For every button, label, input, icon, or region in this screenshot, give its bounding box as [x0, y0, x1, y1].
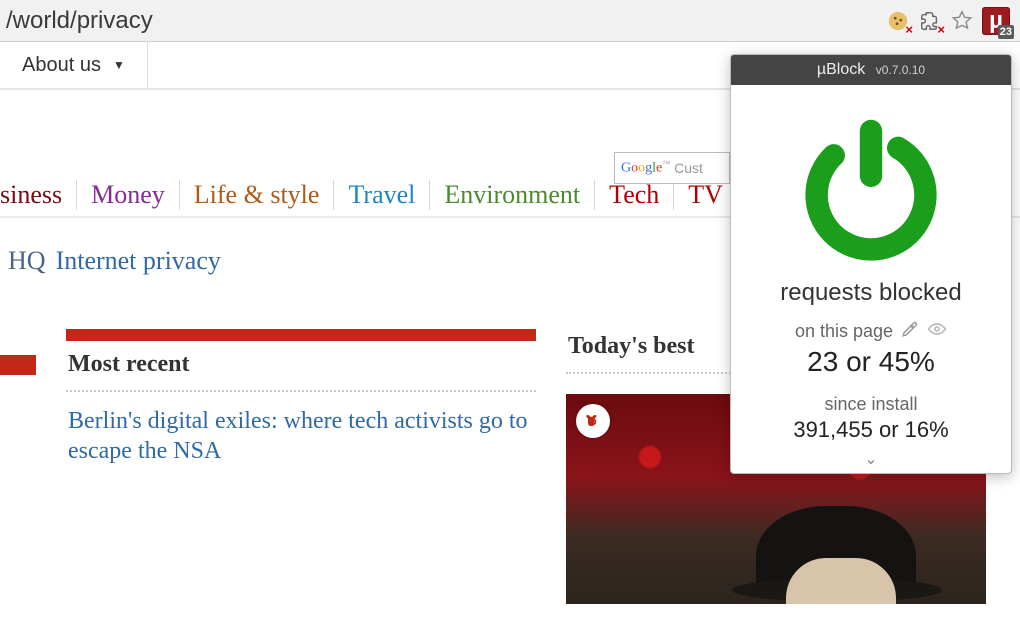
google-logo: Google™ [621, 159, 670, 177]
chevron-down-icon: ▼ [113, 58, 125, 72]
ublock-extension-icon[interactable]: µ 23 [982, 7, 1010, 35]
url-path: /world/privacy [6, 7, 153, 34]
since-install-label: since install [731, 394, 1011, 415]
photo-hat-shape [756, 506, 916, 596]
cookie-extension-icon[interactable]: × [886, 9, 910, 33]
about-us-label: About us [22, 54, 101, 77]
close-x-icon: × [937, 22, 945, 37]
ublock-power-button[interactable] [731, 85, 1011, 277]
puzzle-extension-icon[interactable]: × [918, 9, 942, 33]
nav-separator [333, 180, 334, 210]
ublock-popup-header: µBlock v0.7.0.10 [731, 55, 1011, 85]
left-gutter [0, 329, 36, 604]
photo-face-shape [786, 558, 896, 604]
browser-url-bar: /world/privacy × × µ 23 [0, 0, 1020, 42]
nav-item-money[interactable]: Money [91, 180, 165, 210]
about-us-dropdown[interactable]: About us ▼ [0, 42, 148, 88]
chevron-down-icon[interactable]: ⌄ [731, 449, 1011, 473]
nav-item-travel[interactable]: Travel [348, 180, 415, 210]
nav-item-siness[interactable]: siness [0, 180, 62, 210]
nav-separator [673, 180, 674, 210]
page-blocked-count: 23 or 45% [731, 346, 1011, 378]
on-this-page-row: on this page [731, 319, 1011, 344]
nav-item-tech[interactable]: Tech [609, 180, 659, 210]
red-accent-bar [66, 329, 536, 341]
extension-icons: × × µ 23 [886, 7, 1010, 35]
most-recent-heading: Most recent [66, 349, 536, 392]
breadcrumb-hq[interactable]: HQ [8, 246, 46, 276]
breadcrumb-privacy[interactable]: Internet privacy [56, 246, 221, 276]
ublock-version: v0.7.0.10 [876, 63, 925, 77]
nav-item-life-style[interactable]: Life & style [194, 180, 320, 210]
requests-blocked-label: requests blocked [731, 279, 1011, 307]
nav-separator [76, 180, 77, 210]
red-accent-block [0, 355, 36, 375]
ublock-popup: µBlock v0.7.0.10 requests blocked on thi… [730, 54, 1012, 474]
video-play-icon [576, 404, 610, 438]
google-custom-search[interactable]: Google™ Cust [614, 152, 730, 184]
star-bookmark-icon[interactable] [950, 9, 974, 33]
on-this-page-label: on this page [795, 321, 893, 342]
most-recent-column: Most recent Berlin's digital exiles: whe… [66, 329, 536, 604]
eye-icon[interactable] [927, 319, 947, 344]
nav-item-environment[interactable]: Environment [444, 180, 580, 210]
nav-separator [179, 180, 180, 210]
ublock-name: µBlock [817, 61, 865, 78]
nav-separator [594, 180, 595, 210]
search-placeholder: Cust [674, 160, 703, 176]
eyedropper-icon[interactable] [901, 320, 919, 343]
url-text: /world/privacy [6, 7, 153, 35]
nav-separator [429, 180, 430, 210]
article-headline[interactable]: Berlin's digital exiles: where tech acti… [66, 392, 536, 466]
install-blocked-count: 391,455 or 16% [731, 417, 1011, 443]
nav-item-tv[interactable]: TV [688, 180, 723, 210]
close-x-icon: × [905, 22, 913, 37]
ublock-badge-count: 23 [998, 25, 1014, 39]
